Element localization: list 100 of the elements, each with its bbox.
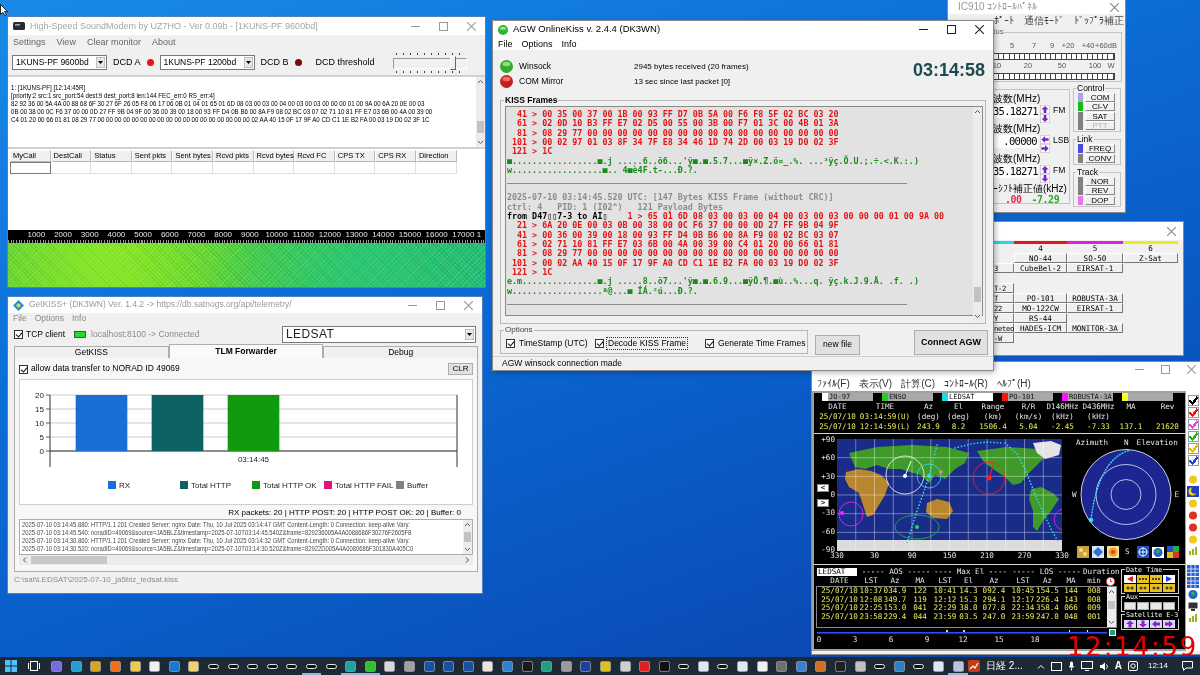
vertical-scrollbar[interactable] xyxy=(463,520,472,554)
checkbox[interactable] xyxy=(1187,419,1199,430)
monitor-icon[interactable] xyxy=(1187,601,1199,612)
tab[interactable]: GetKISS xyxy=(14,346,169,358)
right-triangle-icon[interactable] xyxy=(1163,575,1175,583)
new-file-button[interactable]: new file xyxy=(815,335,860,355)
dash-icon xyxy=(874,663,886,669)
menu-item[interactable]: 計算(C) xyxy=(901,377,935,390)
tape-icon[interactable] xyxy=(1163,584,1175,592)
globe-icon[interactable] xyxy=(1151,546,1164,558)
news-widget[interactable]: 日経 2... xyxy=(986,660,1023,672)
up-arrow-icon[interactable] xyxy=(1124,620,1136,628)
down-arrow-icon[interactable] xyxy=(1040,174,1050,183)
toggle-button[interactable]: REV xyxy=(1085,186,1115,196)
menu-item[interactable]: File xyxy=(498,38,513,50)
notification-icon[interactable] xyxy=(1182,661,1193,671)
toggle-button[interactable]: FREQ xyxy=(1085,144,1115,154)
tape-icon[interactable] xyxy=(1124,584,1136,592)
dots-icon[interactable] xyxy=(1077,546,1089,558)
menu-item[interactable]: ﾎﾟｰﾄ xyxy=(994,15,1014,27)
tab[interactable]: Debug xyxy=(323,346,478,358)
checkbox[interactable] xyxy=(14,330,23,339)
checkbox[interactable] xyxy=(506,339,515,348)
toggle-button[interactable]: SAT xyxy=(1085,111,1115,121)
menu-item[interactable]: 表示(V) xyxy=(858,377,893,390)
up-arrow-icon[interactable] xyxy=(1040,165,1050,174)
menu-item[interactable]: About xyxy=(151,37,176,48)
toggle-button[interactable]: DOP xyxy=(1085,195,1115,205)
flower-icon[interactable] xyxy=(1107,546,1119,558)
down-arrow-icon[interactable] xyxy=(1137,620,1149,628)
dot-icon[interactable] xyxy=(1187,510,1199,521)
vertical-scrollbar[interactable] xyxy=(973,107,982,321)
moon-icon[interactable] xyxy=(1187,486,1199,497)
menu-item[interactable]: 通信ﾓｰﾄﾞ xyxy=(1024,15,1064,27)
clear-button[interactable]: CLR xyxy=(448,363,473,375)
tape-icon[interactable] xyxy=(1150,584,1162,592)
checkbox[interactable] xyxy=(1187,407,1199,418)
menu-item[interactable]: Info xyxy=(561,38,577,50)
taskbar-clock[interactable]: 12:14 xyxy=(1147,661,1168,671)
chevron-up-icon[interactable] xyxy=(1036,663,1045,669)
menu-item[interactable]: Options xyxy=(521,38,553,50)
menu-item[interactable]: ﾄﾞｯﾌﾟﾗ補正 xyxy=(1074,15,1124,27)
up-arrow-icon[interactable] xyxy=(1040,105,1050,114)
dash-icon xyxy=(678,663,690,669)
menu-item[interactable]: ﾍﾙﾌﾟ(H) xyxy=(996,377,1031,390)
minimize-icon[interactable] xyxy=(411,25,420,27)
squares-icon[interactable] xyxy=(1166,546,1179,558)
maximize-icon[interactable] xyxy=(947,25,956,34)
clock-icon[interactable] xyxy=(1106,576,1115,586)
frequency-value: .00000 xyxy=(993,135,1038,148)
toggle-button[interactable]: CI-V xyxy=(1085,102,1115,112)
checkbox[interactable] xyxy=(1187,443,1199,454)
grid-icon[interactable] xyxy=(1187,565,1199,576)
dot-icon[interactable] xyxy=(1187,522,1199,533)
left-arrow-icon[interactable] xyxy=(1150,620,1162,628)
minimize-icon[interactable] xyxy=(1135,368,1144,370)
hex-dump-line: 121 > 1C xyxy=(511,267,554,277)
right-arrow-icon[interactable] xyxy=(1163,620,1175,628)
checkbox[interactable] xyxy=(19,364,28,374)
ruler-label: 14000 xyxy=(372,230,395,241)
film-strip-icon[interactable] xyxy=(1150,575,1162,583)
satellite-dropdown[interactable]: LEDSAT xyxy=(282,326,476,343)
start-icon[interactable] xyxy=(5,660,17,672)
slider-thumb[interactable] xyxy=(450,55,457,70)
tape-icon[interactable] xyxy=(1137,584,1149,592)
speaker-icon[interactable] xyxy=(1098,661,1109,671)
mouse-pointer-icon xyxy=(0,4,8,16)
left-arrow-icon[interactable] xyxy=(1040,135,1050,144)
checkbox[interactable] xyxy=(705,339,714,348)
minimize-icon[interactable] xyxy=(408,304,417,306)
modem-dropdown[interactable]: 1KUNS-PF 9600bd xyxy=(12,55,107,70)
menu-item[interactable]: Settings xyxy=(13,37,46,48)
left-triangle-icon[interactable] xyxy=(1124,575,1136,583)
toggle-button[interactable]: NOR xyxy=(1085,176,1115,186)
input-mode-indicator[interactable]: A xyxy=(1114,660,1122,672)
task-view-icon[interactable] xyxy=(28,661,40,671)
diamond-icon[interactable] xyxy=(1092,546,1104,558)
tab[interactable]: TLM Forwarder xyxy=(168,344,324,358)
checkbox[interactable] xyxy=(595,339,604,348)
crosshair-icon[interactable] xyxy=(1136,546,1149,558)
grid-icon[interactable] xyxy=(1187,577,1199,588)
menu-item[interactable]: ｺﾝﾄﾛｰﾙ(R) xyxy=(944,377,988,390)
doppler-value: .00 xyxy=(1005,195,1022,205)
down-arrow-icon[interactable] xyxy=(1040,114,1050,123)
menu-item[interactable]: ﾌｧｲﾙ(F) xyxy=(817,377,850,390)
vertical-scrollbar[interactable] xyxy=(1107,587,1116,627)
checkbox[interactable] xyxy=(1187,395,1199,406)
connect-button[interactable]: Connect AGW xyxy=(914,330,988,355)
right-arrow-icon[interactable] xyxy=(1040,144,1050,153)
close-icon[interactable] xyxy=(975,25,984,34)
checkbox[interactable] xyxy=(1187,455,1199,466)
film-strip-icon[interactable] xyxy=(1137,575,1149,583)
checkbox[interactable] xyxy=(1187,431,1199,442)
menu-item[interactable]: View xyxy=(56,37,76,48)
menu-item[interactable]: Clear monitor xyxy=(86,37,141,48)
vertical-scrollbar[interactable] xyxy=(476,77,485,147)
horizontal-scrollbar[interactable] xyxy=(19,555,473,565)
toggle-button[interactable]: CONV xyxy=(1085,153,1115,163)
frequency-value: 35.18271 xyxy=(993,165,1038,178)
modem-dropdown[interactable]: 1KUNS-PF 1200bd xyxy=(159,55,255,70)
